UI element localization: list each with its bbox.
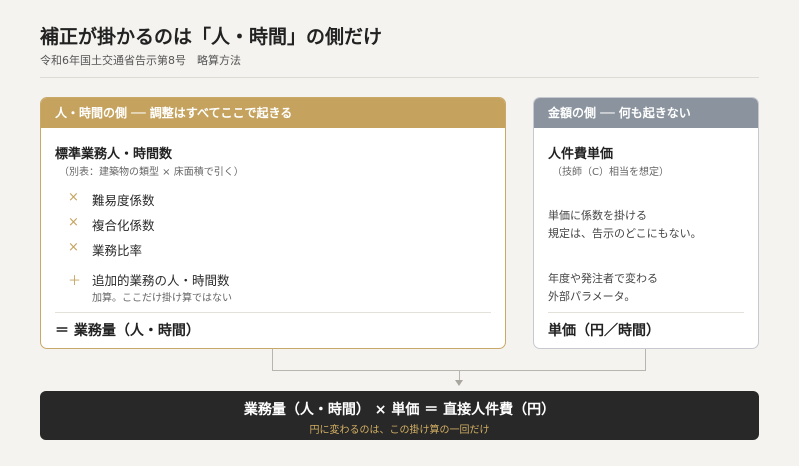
unit-cost-note: （技師（C）相当を想定） bbox=[552, 167, 669, 178]
text-line: 外部パラメータ。 bbox=[548, 290, 636, 303]
factor-row: × 複合化係数 bbox=[41, 215, 505, 233]
multiply-icon: × bbox=[68, 240, 79, 255]
factor-label: 複合化係数 bbox=[92, 218, 155, 233]
base-label: 標準業務人・時間数 bbox=[55, 147, 173, 162]
text-line: 年度や発注者で変わる bbox=[548, 272, 658, 285]
no-coefficient-text: 単価に係数を掛ける 規定は、告示のどこにもない。 bbox=[548, 207, 702, 243]
result-divider bbox=[548, 312, 744, 313]
page-subtitle: 令和6年国土交通省告示第8号 略算方法 bbox=[40, 54, 241, 67]
left-result: ＝ 業務量（人・時間） bbox=[55, 323, 200, 339]
right-panel-header: 金額の側 ── 何も起きない bbox=[534, 98, 758, 128]
plus-icon: ＋ bbox=[68, 274, 82, 289]
text-line: 規定は、告示のどこにもない。 bbox=[548, 227, 702, 240]
arrow-down-icon bbox=[455, 380, 463, 386]
connector-right bbox=[645, 349, 646, 370]
factor-row: × 業務比率 bbox=[41, 240, 505, 258]
external-parameter-text: 年度や発注者で変わる 外部パラメータ。 bbox=[548, 270, 658, 306]
factor-label: 難易度係数 bbox=[92, 193, 155, 208]
unit-cost-label: 人件費単価 bbox=[548, 147, 614, 162]
connector-left bbox=[272, 349, 273, 370]
addition-note: 加算。ここだけ掛け算ではない bbox=[92, 293, 232, 304]
text-line: 単価に係数を掛ける bbox=[548, 209, 647, 222]
right-result: 単価（円／時間） bbox=[548, 323, 660, 339]
left-panel-header: 人・時間の側 ── 調整はすべてここで起きる bbox=[41, 98, 505, 128]
header-divider bbox=[40, 77, 759, 78]
right-panel: 金額の側 ── 何も起きない 人件費単価 （技師（C）相当を想定） 単価に係数を… bbox=[533, 97, 759, 349]
left-panel: 人・時間の側 ── 調整はすべてここで起きる 標準業務人・時間数 （別表：建築物… bbox=[40, 97, 506, 349]
addition-label: 追加的業務の人・時間数 bbox=[92, 273, 230, 288]
factor-row: × 難易度係数 bbox=[41, 190, 505, 208]
base-note: （別表：建築物の類型 × 床面積で引く） bbox=[59, 167, 244, 178]
formula-text: 業務量（人・時間） × 単価 ＝ 直接人件費（円） bbox=[243, 402, 556, 418]
factor-label: 業務比率 bbox=[92, 243, 143, 258]
result-divider bbox=[55, 312, 491, 313]
multiply-icon: × bbox=[68, 190, 79, 205]
formula-bar: 業務量（人・時間） × 単価 ＝ 直接人件費（円） 円に変わるのは、この掛け算の… bbox=[40, 391, 759, 440]
formula-note: 円に変わるのは、この掛け算の一回だけ bbox=[309, 425, 490, 436]
page-title: 補正が掛かるのは「人・時間」の側だけ bbox=[40, 26, 383, 48]
multiply-icon: × bbox=[68, 215, 79, 230]
addition-row: ＋ 追加的業務の人・時間数 bbox=[41, 270, 505, 289]
